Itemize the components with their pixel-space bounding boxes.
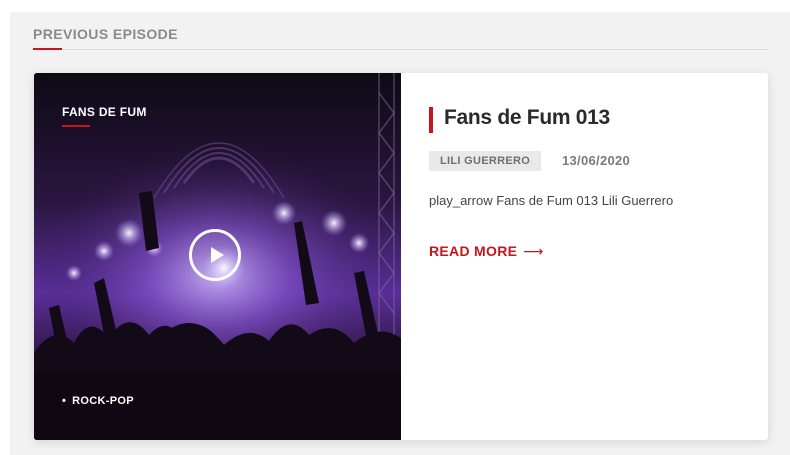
play-triangle (211, 247, 224, 263)
author-badge[interactable]: LILI GUERRERO (429, 151, 542, 171)
genre-label: ROCK-POP (72, 395, 134, 407)
read-more-label: READ MORE (429, 243, 518, 259)
episode-excerpt: play_arrow Fans de Fum 013 Lili Guerrero (429, 193, 674, 208)
show-label-accent (62, 125, 90, 127)
episode-details: Fans de Fum 013 LILI GUERRERO 13/06/2020… (401, 73, 768, 440)
genre-bullet: • (62, 395, 67, 407)
genre-tag[interactable]: • ROCK-POP (62, 395, 134, 407)
section-title-accent (33, 48, 62, 50)
episode-title[interactable]: Fans de Fum 013 (444, 106, 610, 130)
episode-card: FANS DE FUM • ROCK-POP Fans de Fum 013 LI… (34, 73, 768, 440)
long-arrow-right-icon: ⟶ (523, 243, 544, 259)
show-label: FANS DE FUM (62, 105, 147, 119)
title-accent-bar (429, 107, 433, 133)
play-circle-icon[interactable] (189, 229, 241, 281)
section-divider (33, 49, 768, 50)
section-title: PREVIOUS EPISODE (33, 26, 178, 42)
previous-episode-section: PREVIOUS EPISODE FANS DE FUM • ROCK-POP … (10, 12, 790, 455)
read-more-link[interactable]: READ MORE ⟶ (429, 243, 544, 260)
episode-thumbnail[interactable]: FANS DE FUM • ROCK-POP (34, 73, 401, 440)
episode-date: 13/06/2020 (562, 153, 631, 168)
